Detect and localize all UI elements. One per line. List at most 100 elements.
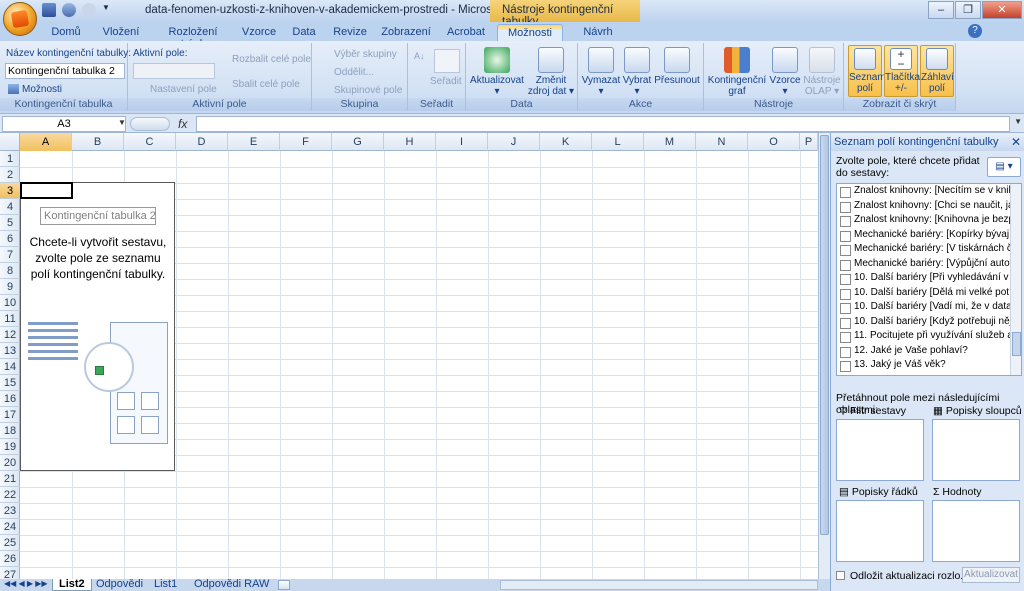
- plus-minus-buttons-toggle[interactable]: + − Tlačítka +/-: [884, 45, 920, 97]
- minimize-button[interactable]: –: [928, 1, 954, 19]
- values-drop-area[interactable]: [932, 500, 1020, 562]
- column-header[interactable]: F: [280, 133, 332, 151]
- insert-sheet-icon[interactable]: [278, 580, 290, 590]
- field-item[interactable]: Znalost knihovny: [Chci se naučit, jak..…: [837, 199, 1021, 214]
- columns-drop-area[interactable]: [932, 419, 1020, 481]
- horizontal-scrollbar[interactable]: [500, 580, 818, 590]
- column-header[interactable]: K: [540, 133, 592, 151]
- row-header[interactable]: 13: [0, 343, 20, 359]
- field-item[interactable]: 13. Jaký je Váš věk?: [837, 358, 1021, 373]
- name-box[interactable]: A3: [2, 116, 126, 132]
- field-item[interactable]: Mechanické bariéry: [Výpůjční autom...: [837, 257, 1021, 272]
- row-header[interactable]: 23: [0, 503, 20, 519]
- field-item[interactable]: Znalost knihovny: [Necítím se v kniho...: [837, 184, 1021, 199]
- sort-button[interactable]: Seřadit: [430, 76, 462, 87]
- scroll-thumb[interactable]: [820, 135, 829, 535]
- rows-drop-area[interactable]: [836, 500, 924, 562]
- column-header[interactable]: A: [20, 133, 72, 151]
- tab-navrh[interactable]: Návrh: [568, 24, 628, 41]
- tab-vzorce[interactable]: Vzorce: [236, 24, 282, 41]
- column-header[interactable]: I: [436, 133, 488, 151]
- olap-tools-button[interactable]: Nástroje OLAP ▾: [802, 47, 842, 97]
- row-header[interactable]: 14: [0, 359, 20, 375]
- field-item[interactable]: 10. Další bariéry [Když potřebuji něja..…: [837, 315, 1021, 330]
- row-header[interactable]: 3: [0, 183, 20, 199]
- column-header[interactable]: C: [124, 133, 176, 151]
- clear-button[interactable]: Vymazat ▾: [580, 47, 622, 97]
- column-header[interactable]: E: [228, 133, 280, 151]
- column-header[interactable]: B: [72, 133, 124, 151]
- column-header[interactable]: O: [748, 133, 800, 151]
- pivot-name-input[interactable]: Kontingenční tabulka 2: [5, 63, 125, 79]
- field-item[interactable]: 10. Další bariéry [Vadí mi, že v datab..…: [837, 300, 1021, 315]
- row-header[interactable]: 1: [0, 151, 20, 167]
- field-item[interactable]: Mechanické bariéry: [V tiskárnách ča...: [837, 242, 1021, 257]
- row-header[interactable]: 5: [0, 215, 20, 231]
- row-header[interactable]: 12: [0, 327, 20, 343]
- row-header[interactable]: 7: [0, 247, 20, 263]
- row-header[interactable]: 17: [0, 407, 20, 423]
- group-field-button[interactable]: Skupinové pole: [334, 85, 402, 96]
- column-header[interactable]: J: [488, 133, 540, 151]
- field-list-scrollbar[interactable]: [1010, 184, 1021, 375]
- tab-rozlozeni[interactable]: Rozložení stránky: [150, 24, 236, 50]
- insert-function-icon[interactable]: fx: [178, 117, 187, 131]
- redo-icon[interactable]: [82, 3, 96, 17]
- active-field-input[interactable]: [133, 63, 215, 79]
- filter-drop-area[interactable]: [836, 419, 924, 481]
- field-item[interactable]: 10. Další bariéry [Při vyhledávání v d..…: [837, 271, 1021, 286]
- row-header[interactable]: 9: [0, 279, 20, 295]
- column-header[interactable]: G: [332, 133, 384, 151]
- refresh-button[interactable]: Aktualizovat ▾: [470, 47, 524, 97]
- scroll-thumb[interactable]: [1012, 332, 1021, 356]
- layout-options-button[interactable]: ▤ ▾: [987, 157, 1021, 177]
- row-header[interactable]: 18: [0, 423, 20, 439]
- formula-input[interactable]: [196, 116, 1010, 132]
- change-source-button[interactable]: Změnit zdroj dat ▾: [526, 47, 576, 97]
- field-item[interactable]: Mechanické bariéry: [Kopírky bývají o...: [837, 228, 1021, 243]
- sheet-nav-icon[interactable]: ◀◀ ◀ ▶ ▶▶: [4, 579, 48, 588]
- sheet-tab-odpovedi[interactable]: Odpovědi: [90, 579, 149, 591]
- row-header[interactable]: 21: [0, 471, 20, 487]
- field-list-toggle[interactable]: Seznam polí: [848, 45, 886, 97]
- expand-field-button[interactable]: Rozbalit celé pole: [232, 54, 311, 65]
- field-headers-toggle[interactable]: Záhlaví polí: [920, 45, 954, 97]
- help-icon[interactable]: ?: [968, 24, 982, 38]
- customize-qat-icon[interactable]: ▼: [102, 3, 110, 17]
- expand-formula-icon[interactable]: ▼: [1014, 117, 1022, 126]
- sheet-tab-list2[interactable]: List2: [52, 579, 92, 591]
- name-box-dropdown-icon[interactable]: ▼: [118, 118, 126, 127]
- row-header[interactable]: 26: [0, 551, 20, 567]
- field-item[interactable]: 11. Pocitujete při využívání služeb ak..…: [837, 329, 1021, 344]
- sheet-tab-odpovedi-raw[interactable]: Odpovědi RAW: [188, 579, 275, 591]
- vertical-scrollbar[interactable]: [818, 133, 830, 579]
- row-header[interactable]: 20: [0, 455, 20, 471]
- tab-domu[interactable]: Domů: [40, 24, 92, 41]
- row-header[interactable]: 4: [0, 199, 20, 215]
- column-header[interactable]: P: [800, 133, 818, 151]
- checkbox[interactable]: [836, 571, 845, 580]
- save-icon[interactable]: [42, 3, 56, 17]
- tab-vlozeni[interactable]: Vložení: [92, 24, 150, 41]
- tab-zobrazeni[interactable]: Zobrazení: [374, 24, 438, 41]
- field-settings-button[interactable]: Nastavení pole: [150, 84, 217, 95]
- row-header[interactable]: 19: [0, 439, 20, 455]
- field-item[interactable]: 10. Další bariéry [Dělá mi velké potíže.…: [837, 286, 1021, 301]
- ungroup-button[interactable]: Oddělit...: [334, 67, 374, 78]
- options-button[interactable]: Možnosti: [22, 84, 62, 95]
- row-header[interactable]: 16: [0, 391, 20, 407]
- row-header[interactable]: 11: [0, 311, 20, 327]
- collapse-field-button[interactable]: Sbalit celé pole: [232, 79, 300, 90]
- formulas-button[interactable]: Vzorce ▾: [768, 47, 802, 97]
- sheet-tab-list1[interactable]: List1: [148, 579, 183, 591]
- select-button[interactable]: Vybrat ▾: [622, 47, 652, 97]
- column-header[interactable]: M: [644, 133, 696, 151]
- row-header[interactable]: 10: [0, 295, 20, 311]
- row-header[interactable]: 27: [0, 567, 20, 579]
- row-header[interactable]: 15: [0, 375, 20, 391]
- column-header[interactable]: N: [696, 133, 748, 151]
- field-list[interactable]: Znalost knihovny: [Necítím se v kniho...…: [836, 183, 1022, 376]
- restore-button[interactable]: ❐: [955, 1, 981, 19]
- undo-icon[interactable]: [62, 3, 76, 17]
- pivot-chart-button[interactable]: Kontingenční graf: [706, 47, 768, 97]
